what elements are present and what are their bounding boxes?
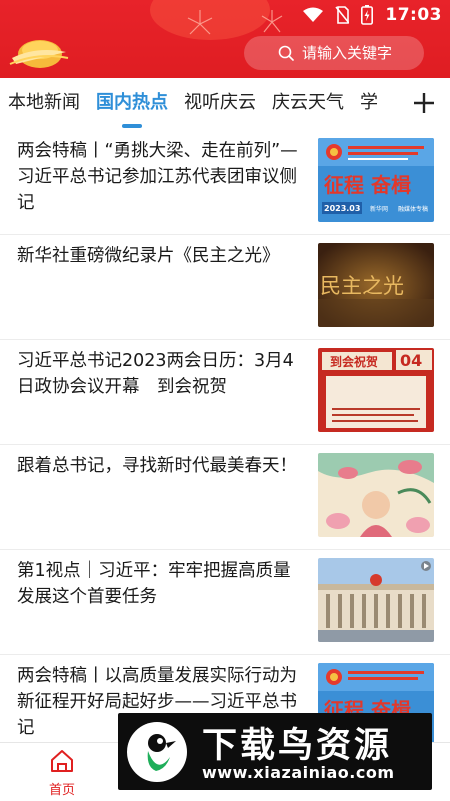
search-box[interactable] (244, 36, 424, 70)
tab-local-news[interactable]: 本地新闻 (0, 78, 88, 130)
watermark-title: 下载鸟资源 (202, 726, 393, 766)
tab-qingyun-av[interactable]: 视听庆云 (176, 78, 264, 130)
tab-study[interactable]: 学 (352, 78, 386, 130)
channel-tab-scroll[interactable]: 本地新闻 国内热点 视听庆云 庆云天气 学 (0, 78, 405, 130)
congratulations-poster-image: 到会祝贺 04 (318, 348, 434, 432)
democracy-light-image: 民主之光 (318, 243, 434, 327)
great-hall-photo-image (318, 558, 434, 642)
search-input[interactable] (302, 44, 412, 62)
news-thumbnail: 征程 奋楫 2023.03 新华网 融媒体专稿 (318, 138, 434, 222)
bird-logo-icon (127, 722, 187, 782)
zhengcheng-poster-image: 征程 奋楫 2023.03 新华网 融媒体专稿 (318, 138, 434, 222)
svg-text:2023.03: 2023.03 (324, 204, 360, 213)
search-icon (278, 45, 294, 61)
wifi-icon (303, 7, 324, 22)
news-title: 习近平总书记2023两会日历：3月4日政协会议开幕 到会祝贺 (17, 351, 294, 397)
tab-domestic-hot[interactable]: 国内热点 (88, 78, 176, 130)
svg-text:到会祝贺: 到会祝贺 (330, 354, 378, 369)
add-channel-icon[interactable] (412, 91, 436, 115)
news-thumbnail (318, 453, 434, 537)
battery-icon (361, 5, 374, 25)
svg-text:征程 奋楫: 征程 奋楫 (324, 173, 411, 197)
news-thumbnail (318, 558, 434, 642)
qingyun-logo[interactable] (6, 28, 70, 72)
news-thumbnail: 民主之光 (318, 243, 434, 327)
news-thumbnail: 到会祝贺 04 (318, 348, 434, 432)
svg-text:新华网: 新华网 (370, 205, 388, 213)
news-title: 两会特稿丨“勇挑大梁、走在前列”—习近平总书记参加江苏代表团审议侧记 (17, 141, 298, 213)
news-item[interactable]: 两会特稿丨“勇挑大梁、走在前列”—习近平总书记参加江苏代表团审议侧记 征程 奋楫… (0, 130, 450, 235)
news-title: 第1视点｜习近平：牢牢把握高质量发展这个首要任务 (17, 561, 291, 607)
news-item[interactable]: 第1视点｜习近平：牢牢把握高质量发展这个首要任务 (0, 550, 450, 655)
tab-qingyun-weather[interactable]: 庆云天气 (264, 78, 352, 130)
svg-text:民主之光: 民主之光 (320, 274, 404, 298)
news-item[interactable]: 习近平总书记2023两会日历：3月4日政协会议开幕 到会祝贺 到会祝贺 04 (0, 340, 450, 445)
app-header: 17:03 (0, 0, 450, 78)
home-icon (51, 750, 73, 772)
status-bar: 17:03 (303, 4, 442, 26)
spring-illustration-image (318, 453, 434, 537)
news-item[interactable]: 跟着总书记，寻找新时代最美春天！ (0, 445, 450, 550)
watermark-url: www.xiazainiao.com (202, 763, 395, 782)
news-title: 新华社重磅微纪录片《民主之光》 (17, 246, 280, 266)
news-list: 两会特稿丨“勇挑大梁、走在前列”—习近平总书记参加江苏代表团审议侧记 征程 奋楫… (0, 130, 450, 760)
no-sim-icon (335, 6, 350, 24)
nav-home[interactable]: 首页 (40, 749, 84, 798)
watermark-banner: 下载鸟资源 www.xiazainiao.com (118, 713, 432, 790)
svg-text:04: 04 (400, 351, 422, 370)
news-title: 跟着总书记，寻找新时代最美春天！ (17, 456, 297, 476)
nav-home-label: 首页 (48, 783, 75, 798)
channel-tabs: 本地新闻 国内热点 视听庆云 庆云天气 学 (0, 78, 450, 130)
status-time: 17:03 (385, 5, 442, 25)
svg-text:融媒体专稿: 融媒体专稿 (398, 205, 428, 213)
news-item[interactable]: 新华社重磅微纪录片《民主之光》 民主之光 (0, 235, 450, 340)
